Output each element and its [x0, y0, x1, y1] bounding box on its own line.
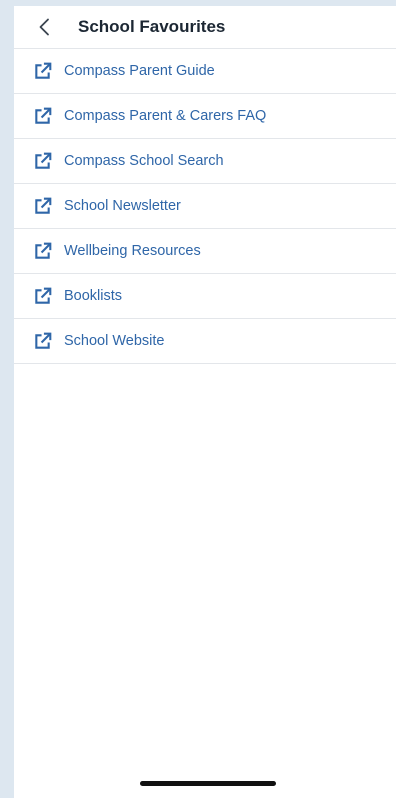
link-label: Compass School Search [64, 153, 224, 169]
school-favourites-panel: School Favourites Compass Parent Guide C… [14, 6, 396, 798]
external-link-icon [32, 106, 52, 126]
link-label: School Newsletter [64, 198, 181, 214]
nav-header: School Favourites [14, 6, 396, 49]
link-label: Booklists [64, 288, 123, 304]
link-compass-parent-carers-faq[interactable]: Compass Parent & Carers FAQ [14, 94, 396, 139]
external-link-icon [32, 151, 52, 171]
favourites-list: Compass Parent Guide Compass Parent & Ca… [14, 49, 396, 364]
link-school-newsletter[interactable]: School Newsletter [14, 184, 396, 229]
chevron-left-icon [39, 18, 49, 36]
link-compass-school-search[interactable]: Compass School Search [14, 139, 396, 184]
link-label: School Website [64, 333, 165, 349]
link-label: Compass Parent Guide [64, 63, 215, 79]
external-link-icon [32, 331, 52, 351]
external-link-icon [32, 241, 52, 261]
page-title: School Favourites [78, 17, 226, 36]
external-link-icon [32, 286, 52, 306]
link-label: Compass Parent & Carers FAQ [64, 108, 267, 124]
link-booklists[interactable]: Booklists [14, 274, 396, 319]
link-label: Wellbeing Resources [64, 243, 201, 259]
link-compass-parent-guide[interactable]: Compass Parent Guide [14, 49, 396, 94]
home-indicator[interactable] [140, 781, 276, 786]
external-link-icon [32, 196, 52, 216]
external-link-icon [32, 61, 52, 81]
link-wellbeing-resources[interactable]: Wellbeing Resources [14, 229, 396, 274]
link-school-website[interactable]: School Website [14, 319, 396, 364]
back-button[interactable] [24, 6, 64, 48]
